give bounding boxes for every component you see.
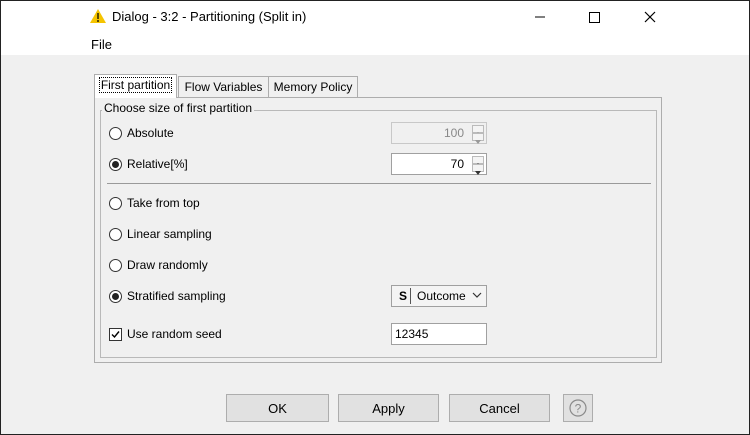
help-button[interactable]: ?: [563, 394, 593, 422]
absolute-value-spinner[interactable]: 100: [391, 122, 487, 144]
relative-label: Relative[%]: [127, 157, 188, 171]
absolute-radio[interactable]: [109, 127, 122, 140]
relative-value: 70: [450, 157, 464, 171]
stratification-column-value: Outcome: [417, 289, 466, 303]
absolute-spin-buttons: [472, 125, 484, 144]
chevron-down-icon: [472, 292, 482, 298]
help-question-icon: ?: [569, 399, 587, 417]
draw-randomly-radio[interactable]: [109, 259, 122, 272]
cancel-button[interactable]: Cancel: [449, 394, 550, 422]
string-type-badge: S: [396, 288, 411, 304]
maximize-icon: [589, 12, 600, 23]
minimize-icon: [535, 16, 545, 18]
random-seed-field-box: [391, 323, 487, 345]
title-bar: Dialog - 3:2 - Partitioning (Split in): [1, 1, 749, 33]
use-random-seed-checkbox[interactable]: [109, 328, 122, 341]
spin-down-icon: [475, 140, 481, 144]
menu-bar: File: [1, 33, 749, 55]
maximize-button[interactable]: [571, 3, 617, 31]
tab-flow-variables[interactable]: Flow Variables: [178, 76, 269, 98]
tab-first-partition[interactable]: First partition: [94, 74, 177, 98]
spin-down-icon: [475, 171, 481, 175]
close-icon: [644, 11, 656, 23]
linear-sampling-label: Linear sampling: [127, 227, 212, 241]
tab-first-partition-label: First partition: [98, 77, 173, 93]
tab-memory-policy-label: Memory Policy: [273, 80, 353, 94]
window-title: Dialog - 3:2 - Partitioning (Split in): [112, 9, 307, 24]
checkmark-icon: [111, 331, 120, 339]
dialog-window: Dialog - 3:2 - Partitioning (Split in) F…: [0, 0, 750, 435]
relative-decrement-button[interactable]: [472, 164, 484, 175]
section-divider: [107, 183, 651, 184]
linear-sampling-radio[interactable]: [109, 228, 122, 241]
tab-memory-policy[interactable]: Memory Policy: [268, 76, 358, 98]
ok-button[interactable]: OK: [226, 394, 329, 422]
relative-spin-buttons: [472, 156, 484, 175]
absolute-decrement-button[interactable]: [472, 133, 484, 144]
relative-increment-button[interactable]: [472, 156, 484, 167]
minimize-button[interactable]: [517, 3, 563, 31]
relative-value-spinner[interactable]: 70: [391, 153, 487, 175]
radio-selected-dot: [112, 293, 119, 300]
take-from-top-radio[interactable]: [109, 197, 122, 210]
apply-button[interactable]: Apply: [338, 394, 439, 422]
stratified-sampling-radio[interactable]: [109, 290, 122, 303]
close-button[interactable]: [627, 3, 673, 31]
absolute-value: 100: [443, 126, 464, 140]
app-icon: [90, 9, 106, 23]
menu-file[interactable]: File: [91, 37, 112, 52]
partition-size-group-title: Choose size of first partition: [102, 101, 255, 115]
draw-randomly-label: Draw randomly: [127, 258, 208, 272]
svg-text:?: ?: [575, 402, 582, 416]
relative-radio[interactable]: [109, 158, 122, 171]
use-random-seed-label: Use random seed: [127, 327, 222, 341]
tab-flow-variables-label: Flow Variables: [184, 80, 263, 94]
random-seed-input[interactable]: [395, 327, 483, 341]
absolute-label: Absolute: [127, 126, 174, 140]
radio-selected-dot: [112, 161, 119, 168]
stratification-column-select[interactable]: S Outcome: [391, 285, 487, 307]
stratified-sampling-label: Stratified sampling: [127, 289, 226, 303]
take-from-top-label: Take from top: [127, 196, 200, 210]
absolute-increment-button[interactable]: [472, 125, 484, 136]
